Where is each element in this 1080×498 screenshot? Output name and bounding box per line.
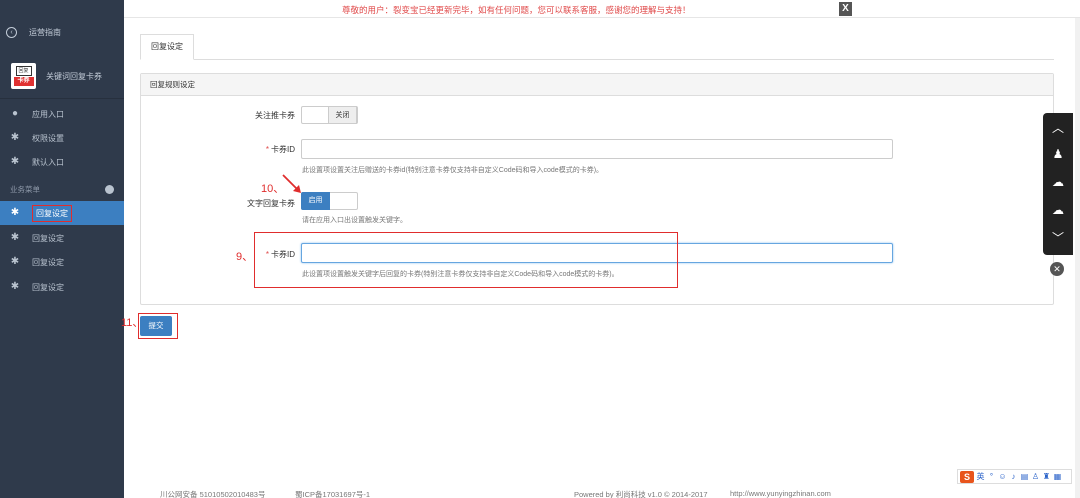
text-reply-card-toggle[interactable]: 启用 [301, 192, 358, 210]
sidebar-item-app-entry[interactable]: ● 应用入口 [0, 102, 124, 126]
annotation-arrow-icon [282, 174, 301, 193]
annotation-number-9: 9、 [236, 251, 254, 263]
tab-reply-settings[interactable]: 回复设定 [140, 34, 194, 60]
back-label: 运营指南 [29, 28, 61, 37]
clothes-icon[interactable]: ♜ [1042, 472, 1051, 481]
sidebar-item-label: 默认入口 [32, 157, 64, 167]
annotation-box-9 [254, 232, 678, 288]
page-scrollbar[interactable] [1075, 18, 1080, 498]
section-label: 业务菜单 [10, 185, 40, 194]
floating-contact-bar: ︿ ♟ ☁ ☁ ﹀ [1043, 113, 1073, 255]
footer-icp: 蜀ICP备17031697号-1 [295, 490, 371, 498]
text-reply-help: 请在应用入口出设置触发关键字。 [302, 217, 407, 224]
back-circle-icon: ‹ [6, 27, 17, 38]
user-icon[interactable]: ♙ [1031, 472, 1040, 481]
toggle-on-label: 启用 [301, 192, 330, 210]
notice-bar: 尊敬的用户：裂变宝已经更新完毕，如有任何问题，您可以联系客服，感谢您的理解与支持… [124, 0, 1080, 18]
sidebar-section-business-menu: 业务菜单 [10, 184, 114, 195]
sidebar-item-label: 应用入口 [32, 109, 64, 119]
follow-card-label-text: 关注推卡券 [255, 111, 295, 120]
notice-text: 尊敬的用户：裂变宝已经更新完毕，如有任何问题，您可以联系客服，感谢您的理解与支持… [342, 5, 691, 15]
required-mark: * [265, 145, 269, 154]
gear-icon: ✱ [10, 207, 20, 218]
sidebar-item-reply-settings-4[interactable]: ✱ 回复设定 [0, 275, 124, 299]
notice-close-button[interactable]: X [839, 2, 852, 16]
card-id-label-text: 卡券ID [271, 145, 295, 154]
sidebar-item-label: 权限设置 [32, 133, 64, 143]
panel-title: 回复规则设定 [141, 74, 1053, 96]
floating-bar-close-icon[interactable]: ✕ [1050, 262, 1064, 276]
footer-url[interactable]: http://www.yunyingzhinan.com [730, 489, 831, 498]
section-toggle-icon[interactable] [105, 185, 114, 194]
wechat-icon[interactable]: ☁ [1043, 175, 1073, 189]
app-name: 关键词回复卡券 [46, 71, 102, 81]
toolbox-icon[interactable]: ▦ [1053, 472, 1062, 481]
back-to-guide[interactable]: ‹ 运营指南 [6, 27, 61, 38]
footer: 川公网安备 51010502010483号 蜀ICP备17031697号-1 P… [124, 488, 1080, 498]
text-reply-card-label-text: 文字回复卡券 [247, 199, 295, 208]
footer-powered: Powered by 利尚科技 v1.0 © 2014-2017 [574, 490, 708, 498]
sidebar-item-label: 回复设定 [32, 257, 64, 267]
card-id-help: 此设置项设置关注后赠送的卡券id(特别注意卡券仅支持非自定义Code码和导入co… [302, 167, 604, 174]
app-logo-top: 回复 [15, 66, 32, 76]
qq-icon[interactable]: ♟ [1043, 147, 1073, 161]
wechat-icon[interactable]: ☁ [1043, 203, 1073, 217]
sidebar-item-default-entry[interactable]: ✱ 默认入口 [0, 150, 124, 174]
app-header: 回复 卡券 关键词回复卡券 [11, 63, 102, 89]
follow-card-toggle[interactable]: 关闭 [301, 106, 358, 124]
footer-police-record: 川公网安备 51010502010483号 [160, 490, 266, 498]
chat-icon: ● [11, 108, 19, 119]
sidebar-item-label: 回复设定 [32, 204, 72, 222]
chevron-down-icon[interactable]: ﹀ [1043, 229, 1073, 246]
sogou-ime-icon[interactable]: S [960, 470, 974, 483]
annotation-number-11: 11、 [121, 317, 144, 329]
gear-icon: ✱ [10, 156, 20, 167]
ime-language-label[interactable]: 英 [976, 471, 985, 482]
card-id-input[interactable] [301, 139, 893, 159]
keyboard-icon[interactable]: ▤ [1020, 472, 1029, 481]
sidebar-item-reply-settings-active[interactable]: ✱ 回复设定 [0, 201, 124, 225]
card-id-label: * 卡券ID [185, 144, 295, 155]
emoji-icon[interactable]: ☺ [998, 472, 1007, 481]
gear-icon: ✱ [10, 132, 20, 143]
punctuation-icon[interactable]: ° [987, 472, 996, 481]
app-logo: 回复 卡券 [11, 63, 36, 89]
text-reply-card-label: 文字回复卡券 [185, 198, 295, 209]
ime-toolbar: S 英 ° ☺ ♪ ▤ ♙ ♜ ▦ [957, 469, 1072, 484]
sidebar-item-reply-settings-2[interactable]: ✱ 回复设定 [0, 226, 124, 250]
sidebar-item-label: 回复设定 [32, 282, 64, 292]
gear-icon: ✱ [10, 232, 20, 243]
tab-divider [140, 59, 1054, 60]
microphone-icon[interactable]: ♪ [1009, 472, 1018, 481]
follow-card-label: 关注推卡券 [185, 110, 295, 121]
sidebar-divider [0, 98, 124, 99]
gear-icon: ✱ [10, 281, 20, 292]
sidebar-item-reply-settings-3[interactable]: ✱ 回复设定 [0, 250, 124, 274]
toggle-off-label: 关闭 [328, 106, 357, 124]
chevron-up-icon[interactable]: ︿ [1043, 119, 1073, 136]
sidebar: ‹ 运营指南 回复 卡券 关键词回复卡券 ● 应用入口 ✱ 权限设置 ✱ 默认入… [0, 0, 124, 498]
gear-icon: ✱ [10, 256, 20, 267]
annotation-box-11 [138, 313, 178, 339]
sidebar-item-permissions[interactable]: ✱ 权限设置 [0, 126, 124, 150]
app-logo-bottom: 卡券 [13, 77, 34, 86]
sidebar-item-label: 回复设定 [32, 233, 64, 243]
